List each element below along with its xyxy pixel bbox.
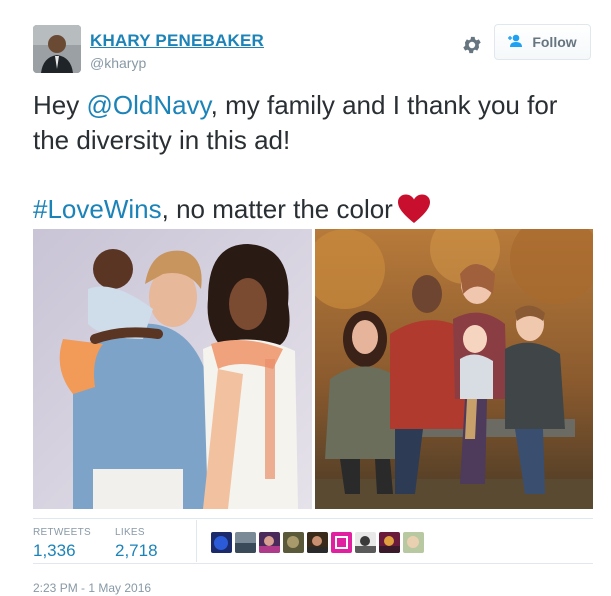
stats-separator <box>196 520 197 562</box>
tweet-text-line2: the diversity in this ad! <box>33 125 291 155</box>
family-photo[interactable] <box>315 229 593 509</box>
retweets-count[interactable]: 1,336 <box>33 541 76 561</box>
liker-avatar[interactable] <box>307 532 328 553</box>
tweet-timestamp[interactable]: 2:23 PM - 1 May 2016 <box>33 581 151 595</box>
heart-icon <box>397 194 431 233</box>
likes-label: LIKES <box>115 527 145 538</box>
author-avatar[interactable] <box>33 25 81 73</box>
liker-avatar[interactable] <box>283 532 304 553</box>
stats-bottom-divider <box>33 563 593 564</box>
liker-avatar[interactable] <box>235 532 256 553</box>
tweet-text-intro: Hey <box>33 90 87 120</box>
tweet-text: Hey @OldNavy, my family and I thank you … <box>33 88 593 233</box>
tweet-text-continued: , my family and I thank you for <box>210 90 558 120</box>
tweet-text-ending: , no matter the color <box>161 194 393 224</box>
old-navy-ad-photo[interactable] <box>33 229 312 509</box>
liker-avatar[interactable] <box>259 532 280 553</box>
stats-top-divider <box>33 518 593 519</box>
liker-avatar[interactable] <box>403 532 424 553</box>
likes-count[interactable]: 2,718 <box>115 541 158 561</box>
retweets-label: RETWEETS <box>33 527 91 538</box>
follow-button[interactable]: Follow <box>494 24 591 60</box>
follow-label: Follow <box>532 34 577 50</box>
author-handle[interactable]: @kharyp <box>90 55 146 71</box>
liker-avatar[interactable] <box>379 532 400 553</box>
gear-icon[interactable] <box>461 34 483 56</box>
liker-avatars <box>211 532 424 553</box>
liker-avatar[interactable] <box>355 532 376 553</box>
liker-avatar[interactable] <box>211 532 232 553</box>
mention-link[interactable]: @OldNavy <box>86 90 210 120</box>
hashtag-link[interactable]: #LoveWins <box>33 194 162 224</box>
author-display-name[interactable]: KHARY PENEBAKER <box>90 31 264 51</box>
add-user-icon <box>508 34 526 51</box>
liker-avatar[interactable] <box>331 532 352 553</box>
